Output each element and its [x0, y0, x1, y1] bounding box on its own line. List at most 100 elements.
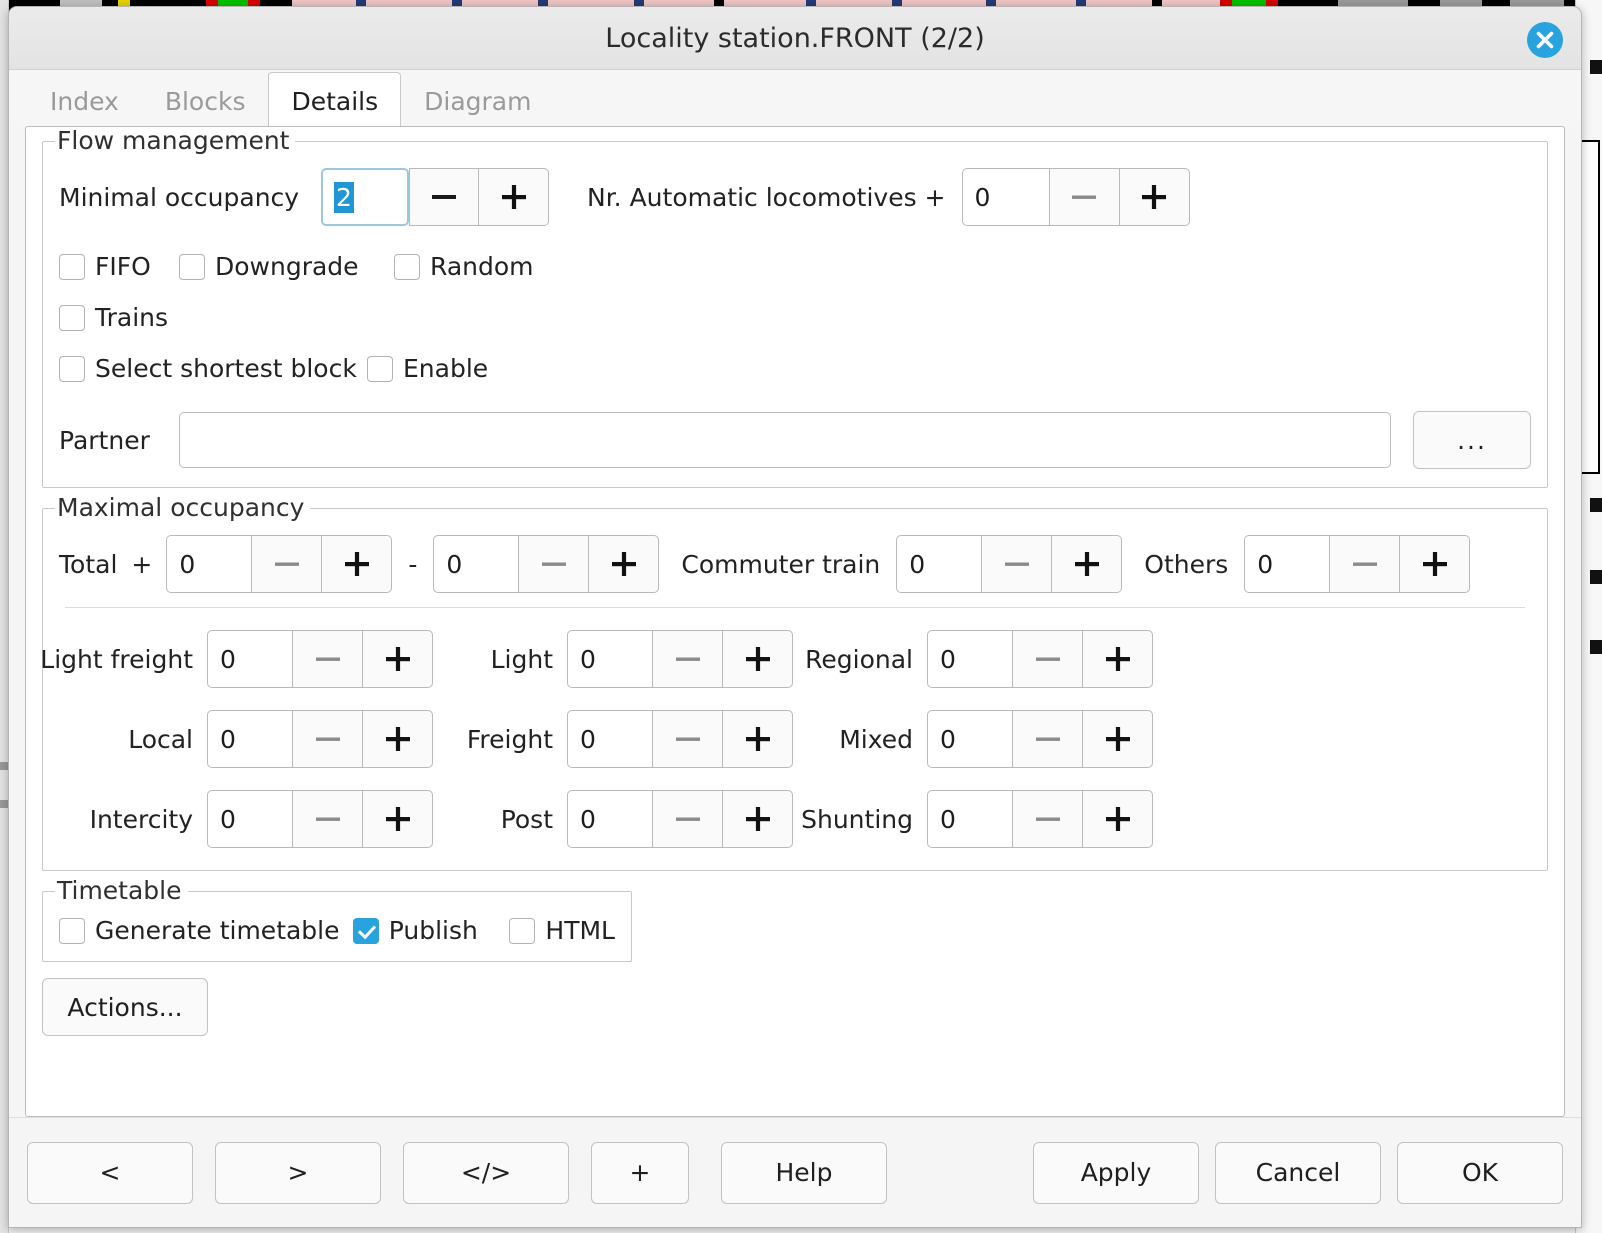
shunting-increment-button[interactable]	[1083, 790, 1153, 848]
code-view-button[interactable]: </>	[403, 1141, 569, 1204]
total-from-input[interactable]: 0	[166, 535, 253, 593]
fifo-checkbox-box[interactable]	[59, 253, 85, 280]
total-from-stepper[interactable]: 0	[166, 535, 393, 593]
freight-increment-button[interactable]	[723, 710, 793, 768]
checkbox-generate-timetable[interactable]: Generate timetable	[59, 916, 353, 945]
local-decrement-button[interactable]	[293, 710, 363, 768]
automatic-locomotives-increment-button[interactable]	[1119, 168, 1190, 226]
light-freight-input[interactable]: 0	[207, 630, 293, 688]
local-input[interactable]: 0	[207, 710, 293, 768]
help-button[interactable]: Help	[721, 1141, 887, 1204]
minimal-occupancy-stepper[interactable]: 2	[321, 168, 549, 226]
enable-checkbox-box[interactable]	[367, 355, 393, 382]
intercity-label: Intercity	[89, 804, 193, 834]
close-icon[interactable]	[1527, 22, 1563, 58]
cancel-button[interactable]: Cancel	[1215, 1141, 1381, 1204]
others-increment-button[interactable]	[1400, 535, 1471, 593]
freight-stepper[interactable]: 0	[567, 710, 793, 768]
freight-input[interactable]: 0	[567, 710, 653, 768]
publish-checkbox-box[interactable]	[352, 917, 379, 944]
ok-button[interactable]: OK	[1397, 1141, 1563, 1204]
local-stepper[interactable]: 0	[207, 710, 433, 768]
downgrade-checkbox-box[interactable]	[179, 253, 205, 280]
total-label: Total	[59, 549, 118, 579]
others-decrement-button[interactable]	[1330, 535, 1401, 593]
total-from-decrement-button[interactable]	[252, 535, 323, 593]
light-freight-decrement-button[interactable]	[293, 630, 363, 688]
light-input[interactable]: 0	[567, 630, 653, 688]
html-checkbox-box[interactable]	[509, 917, 536, 944]
checkbox-fifo[interactable]: FIFO	[59, 252, 179, 281]
checkbox-random[interactable]: Random	[394, 252, 534, 281]
tab-blocks[interactable]: Blocks	[142, 76, 269, 127]
intercity-stepper[interactable]: 0	[207, 790, 433, 848]
freight-decrement-button[interactable]	[653, 710, 723, 768]
total-to-stepper[interactable]: 0	[433, 535, 660, 593]
checkbox-downgrade[interactable]: Downgrade	[179, 252, 394, 281]
post-stepper[interactable]: 0	[567, 790, 793, 848]
trains-checkbox-box[interactable]	[59, 304, 85, 331]
tab-index[interactable]: Index	[27, 76, 142, 127]
others-input[interactable]: 0	[1244, 535, 1331, 593]
dialog-footer: < > </> + Help Apply Cancel OK	[9, 1117, 1581, 1227]
add-button[interactable]: +	[591, 1141, 689, 1204]
total-to-input[interactable]: 0	[433, 535, 520, 593]
grid-cell-intercity: Intercity 0	[59, 790, 459, 848]
mixed-decrement-button[interactable]	[1013, 710, 1083, 768]
intercity-input[interactable]: 0	[207, 790, 293, 848]
regional-increment-button[interactable]	[1083, 630, 1153, 688]
total-to-decrement-button[interactable]	[519, 535, 590, 593]
apply-button[interactable]: Apply	[1033, 1141, 1199, 1204]
tab-details[interactable]: Details	[268, 72, 402, 127]
regional-input[interactable]: 0	[927, 630, 1013, 688]
commuter-train-input[interactable]: 0	[896, 535, 983, 593]
partner-input[interactable]	[179, 412, 1391, 468]
mixed-increment-button[interactable]	[1083, 710, 1153, 768]
checkbox-publish[interactable]: Publish	[352, 916, 510, 945]
mixed-input[interactable]: 0	[927, 710, 1013, 768]
select-shortest-block-checkbox-box[interactable]	[59, 355, 85, 382]
previous-button[interactable]: <	[27, 1141, 193, 1204]
light-increment-button[interactable]	[723, 630, 793, 688]
commuter-train-stepper[interactable]: 0	[896, 535, 1123, 593]
checkbox-trains[interactable]: Trains	[59, 303, 168, 332]
actions-button[interactable]: Actions...	[42, 978, 208, 1036]
local-increment-button[interactable]	[363, 710, 433, 768]
total-to-increment-button[interactable]	[589, 535, 660, 593]
automatic-locomotives-label: Nr. Automatic locomotives +	[587, 182, 946, 212]
minimal-occupancy-decrement-button[interactable]	[409, 168, 479, 226]
others-stepper[interactable]: 0	[1244, 535, 1471, 593]
commuter-train-increment-button[interactable]	[1052, 535, 1123, 593]
post-increment-button[interactable]	[723, 790, 793, 848]
checkbox-enable[interactable]: Enable	[367, 354, 488, 383]
checkbox-select-shortest-block[interactable]: Select shortest block	[59, 354, 367, 383]
tab-diagram[interactable]: Diagram	[401, 76, 554, 127]
post-decrement-button[interactable]	[653, 790, 723, 848]
shunting-decrement-button[interactable]	[1013, 790, 1083, 848]
shunting-input[interactable]: 0	[927, 790, 1013, 848]
random-checkbox-box[interactable]	[394, 253, 420, 280]
mixed-stepper[interactable]: 0	[927, 710, 1153, 768]
automatic-locomotives-stepper[interactable]: 0	[961, 168, 1190, 226]
light-stepper[interactable]: 0	[567, 630, 793, 688]
light-freight-increment-button[interactable]	[363, 630, 433, 688]
light-decrement-button[interactable]	[653, 630, 723, 688]
post-input[interactable]: 0	[567, 790, 653, 848]
regional-decrement-button[interactable]	[1013, 630, 1083, 688]
generate-timetable-checkbox-box[interactable]	[59, 917, 85, 944]
next-button[interactable]: >	[215, 1141, 381, 1204]
intercity-decrement-button[interactable]	[293, 790, 363, 848]
minimal-occupancy-input[interactable]: 2	[321, 168, 409, 226]
commuter-train-decrement-button[interactable]	[982, 535, 1053, 593]
shunting-stepper[interactable]: 0	[927, 790, 1153, 848]
minimal-occupancy-increment-button[interactable]	[479, 168, 549, 226]
checkbox-html[interactable]: HTML	[509, 916, 615, 945]
automatic-locomotives-input[interactable]: 0	[961, 168, 1050, 226]
others-value: 0	[1257, 549, 1274, 579]
intercity-increment-button[interactable]	[363, 790, 433, 848]
total-from-increment-button[interactable]	[322, 535, 393, 593]
automatic-locomotives-decrement-button[interactable]	[1049, 168, 1120, 226]
partner-browse-button[interactable]: ...	[1413, 411, 1531, 469]
light-freight-stepper[interactable]: 0	[207, 630, 433, 688]
regional-stepper[interactable]: 0	[927, 630, 1153, 688]
